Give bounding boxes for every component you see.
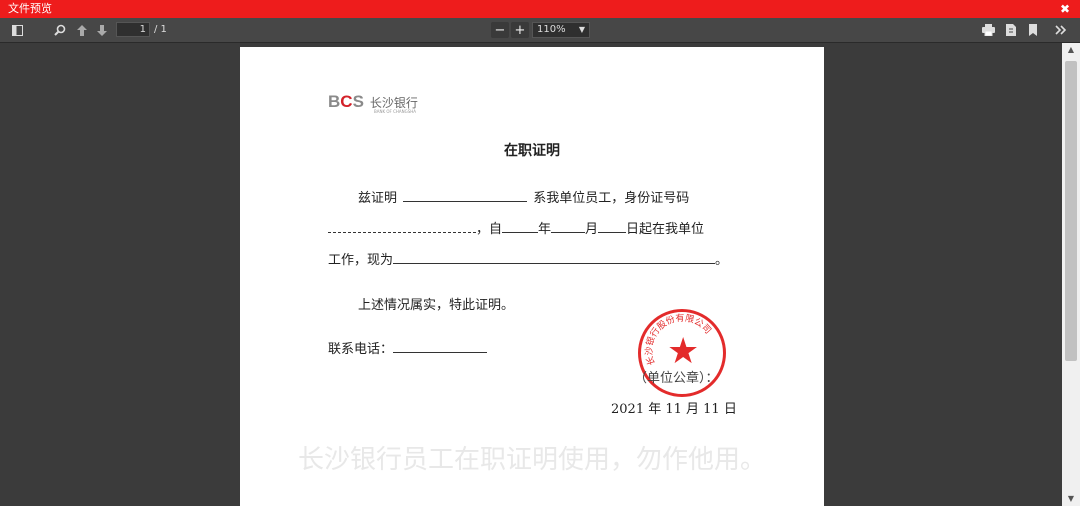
- logo-chinese-name: 长沙银行: [369, 95, 418, 110]
- document-title: 在职证明: [504, 143, 560, 159]
- scroll-down-icon[interactable]: ▼: [1062, 492, 1080, 506]
- sidebar-toggle-icon[interactable]: [9, 22, 25, 38]
- scroll-up-icon[interactable]: ▲: [1062, 43, 1080, 57]
- day-blank: [598, 219, 627, 233]
- document-page: BCS 长沙银行 BANK OF CHANGSHA 在职证明 兹证明 系我单位员…: [240, 47, 824, 506]
- print-icon[interactable]: [980, 22, 996, 38]
- chevron-down-icon: ▼: [578, 25, 585, 34]
- name-blank: [403, 188, 528, 202]
- zoom-in-button[interactable]: +: [511, 22, 529, 38]
- document-viewer[interactable]: BCS 长沙银行 BANK OF CHANGSHA 在职证明 兹证明 系我单位员…: [0, 43, 1062, 506]
- phone-blank: [393, 339, 488, 353]
- page-number-input[interactable]: 1: [116, 22, 150, 37]
- vertical-scrollbar[interactable]: ▲ ▼: [1062, 43, 1080, 506]
- seal-label: （单位公章）：: [634, 371, 719, 386]
- logo-mark: BCS: [328, 92, 364, 111]
- next-page-icon[interactable]: [94, 22, 110, 38]
- logo-english-name: BANK OF CHANGSHA: [374, 109, 416, 114]
- watermark-text: 长沙银行员工在职证明使用，勿作他用。: [297, 445, 766, 475]
- download-icon[interactable]: [1003, 22, 1019, 38]
- zoom-select[interactable]: 110% ▼: [532, 22, 590, 38]
- id-number-blank: [328, 219, 476, 233]
- month-blank: [551, 219, 586, 233]
- previous-page-icon[interactable]: [74, 22, 90, 38]
- zoom-value: 110%: [537, 24, 566, 35]
- viewer-toolbar: 1 / 1 − + 110% ▼: [0, 18, 1080, 43]
- line-4: 上述情况属实，特此证明。: [358, 298, 515, 313]
- scrollbar-thumb[interactable]: [1065, 61, 1077, 361]
- line-1: 兹证明 系我单位员工，身份证号码: [358, 187, 689, 206]
- close-icon[interactable]: ✖: [1060, 0, 1070, 18]
- zoom-out-button[interactable]: −: [491, 22, 509, 38]
- line-2: ，自年月日起在我单位: [328, 218, 704, 237]
- search-icon[interactable]: [52, 22, 68, 38]
- position-blank: [393, 250, 716, 264]
- phone-line: 联系电话：: [328, 338, 488, 357]
- star-icon: ★: [667, 331, 700, 372]
- line-3: 工作，现为。: [328, 249, 728, 268]
- window-title: 文件预览: [8, 2, 52, 15]
- page-total: / 1: [154, 24, 167, 35]
- year-blank: [502, 219, 539, 233]
- title-bar: 文件预览 ✖: [0, 0, 1080, 18]
- more-tools-icon[interactable]: [1053, 22, 1069, 38]
- document-date: 2021 年 11 月 11 日: [611, 402, 737, 417]
- bookmark-icon[interactable]: [1025, 22, 1041, 38]
